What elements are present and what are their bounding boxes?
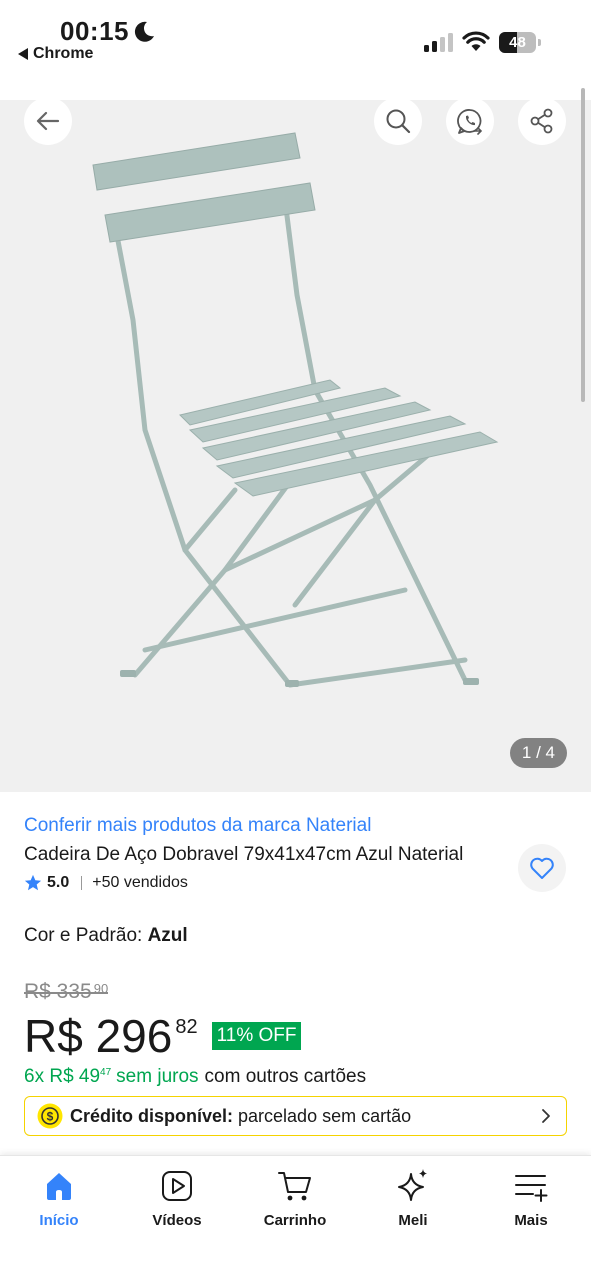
- installments-info: 6x R$ 49 47 sem juros com outros cartões: [24, 1066, 366, 1088]
- price-cents: 82: [175, 1016, 198, 1038]
- price-integer: R$ 296: [24, 1010, 173, 1062]
- variant-value: Azul: [147, 925, 188, 946]
- credit-text: parcelado sem cartão: [238, 1105, 412, 1126]
- rating-row[interactable]: 5.0 +50 vendidos: [24, 872, 188, 894]
- menu-plus-icon: [515, 1175, 548, 1202]
- moon-icon: [134, 21, 154, 42]
- search-icon: [386, 109, 411, 134]
- search-button[interactable]: [374, 97, 422, 145]
- wifi-icon: [462, 31, 490, 51]
- nav-label: Carrinho: [263, 1212, 327, 1229]
- signal-icon: [424, 32, 453, 52]
- product-image-chair[interactable]: [85, 130, 505, 760]
- back-triangle-icon: [18, 48, 28, 60]
- sold-count: +50 vendidos: [92, 874, 188, 891]
- nav-label: Meli: [398, 1212, 428, 1229]
- divider: [81, 876, 83, 890]
- variant-selector[interactable]: Cor e Padrão: Azul: [24, 925, 188, 947]
- old-price-cents: 90: [93, 981, 109, 996]
- nav-item-meli[interactable]: Meli: [363, 1168, 463, 1229]
- current-price: R$ 296 82 11% OFF: [24, 1010, 302, 1062]
- nav-item-mais[interactable]: Mais: [481, 1168, 581, 1229]
- product-title: Cadeira De Aço Dobravel 79x41x47cm Azul …: [24, 844, 464, 865]
- credit-banner[interactable]: $ Crédito disponível: parcelado sem cart…: [24, 1096, 567, 1136]
- battery-icon: 48: [499, 32, 541, 53]
- installments-cents: 47: [100, 1067, 112, 1078]
- battery-level: 48: [509, 34, 526, 51]
- sparkle-icon: [398, 1169, 427, 1201]
- credit-label: Crédito disponível:: [70, 1105, 234, 1126]
- bottom-navigation: Início Vídeos Carrinho Meli Mais: [0, 1155, 591, 1280]
- status-bar: 00:15 Chrome 48: [0, 0, 591, 90]
- share-icon: [530, 108, 553, 134]
- nav-item-videos[interactable]: Vídeos: [127, 1168, 227, 1229]
- svg-text:$: $: [47, 1110, 54, 1124]
- nav-label: Início: [39, 1212, 79, 1229]
- installments-amount: 6x R$ 49: [24, 1066, 101, 1087]
- status-time: 00:15: [60, 16, 129, 46]
- rating-value: 5.0: [47, 874, 70, 891]
- discount-badge: 11% OFF: [211, 1022, 302, 1050]
- nav-item-inicio[interactable]: Início: [9, 1168, 109, 1229]
- chevron-right-icon: [542, 1109, 550, 1123]
- nav-label: Mais: [514, 1212, 548, 1229]
- installments-note: com outros cartões: [204, 1066, 367, 1087]
- back-arrow-icon: [36, 111, 60, 131]
- star-icon: [24, 874, 42, 891]
- nav-item-carrinho[interactable]: Carrinho: [245, 1168, 345, 1229]
- video-icon: [162, 1171, 192, 1201]
- favorite-button[interactable]: [518, 844, 566, 892]
- whatsapp-share-button[interactable]: [446, 97, 494, 145]
- back-app-label: Chrome: [33, 45, 94, 62]
- brand-link[interactable]: Conferir mais produtos da marca Naterial: [24, 815, 371, 837]
- cart-icon: [278, 1172, 311, 1201]
- coin-icon: $: [37, 1103, 63, 1129]
- home-icon: [47, 1173, 71, 1200]
- scrollbar[interactable]: [581, 88, 585, 402]
- heart-icon: [530, 857, 554, 879]
- share-button[interactable]: [518, 97, 566, 145]
- whatsapp-share-icon: [457, 109, 483, 135]
- nav-label: Vídeos: [152, 1212, 202, 1229]
- back-to-app-link[interactable]: Chrome: [18, 45, 93, 63]
- original-price: R$ 335 90: [24, 980, 109, 1004]
- image-counter: 1 / 4: [509, 738, 567, 768]
- variant-label: Cor e Padrão:: [24, 925, 148, 946]
- installments-no-interest: sem juros: [116, 1066, 199, 1087]
- back-button[interactable]: [24, 97, 72, 145]
- product-gallery[interactable]: 1 / 4: [0, 97, 591, 792]
